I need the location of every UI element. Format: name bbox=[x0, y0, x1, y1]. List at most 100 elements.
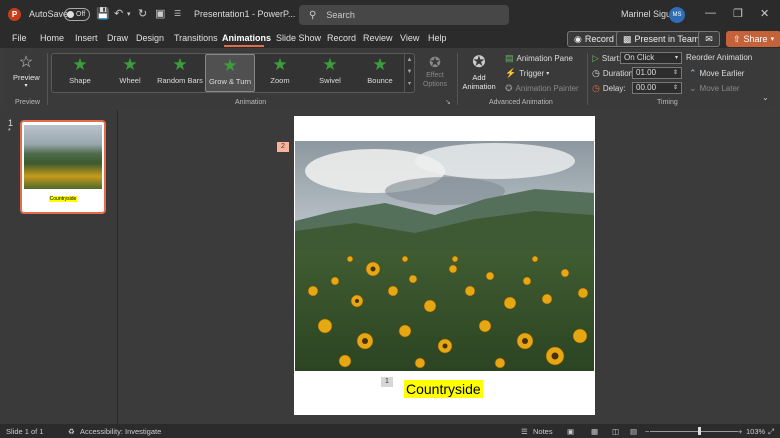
slide-count: Slide 1 of 1 bbox=[6, 427, 44, 436]
slide-thumbnail[interactable]: Countryside bbox=[20, 120, 106, 214]
share-button[interactable]: ⇧ Share ▾ bbox=[726, 31, 780, 47]
duration-label: Duration: bbox=[602, 69, 636, 78]
animation-shape[interactable]: ★ Shape bbox=[55, 54, 105, 92]
effect-options-star-icon: ✪ bbox=[429, 54, 441, 70]
search-box[interactable]: ⚲ Search bbox=[299, 5, 509, 25]
user-name[interactable]: Marinel Sigue bbox=[621, 9, 676, 19]
zoom-level[interactable]: 103% bbox=[746, 427, 765, 436]
present-from-start-icon[interactable]: ▣ bbox=[155, 7, 165, 20]
close-icon[interactable]: ✕ bbox=[760, 7, 769, 20]
start-select[interactable]: On Click ▾ bbox=[620, 52, 682, 64]
fit-slide-icon[interactable]: ⤢ bbox=[768, 427, 774, 437]
animation-zoom[interactable]: ★ Zoom bbox=[255, 54, 305, 92]
dialog-launcher-icon[interactable]: ↘ bbox=[445, 98, 451, 106]
start-play-icon: ▷ bbox=[592, 53, 599, 63]
slide-sorter-icon[interactable]: ▦ bbox=[591, 427, 598, 436]
save-icon[interactable]: 💾 bbox=[96, 7, 110, 20]
undo-dropdown-icon[interactable]: ▾ bbox=[127, 10, 131, 18]
thumbnail-slide-number: 1 bbox=[8, 118, 14, 128]
animation-order-tag-caption[interactable]: 1 bbox=[381, 377, 393, 387]
animation-pane-button[interactable]: ▤ Animation Pane bbox=[505, 53, 573, 64]
zoom-in-icon[interactable]: + bbox=[738, 427, 742, 436]
animation-painter-icon: ✪ bbox=[505, 83, 513, 93]
tab-home[interactable]: Home bbox=[40, 33, 64, 43]
record-button-label: Record bbox=[584, 34, 614, 44]
normal-view-icon[interactable]: ▣ bbox=[567, 427, 574, 436]
chevron-down-icon: ▾ bbox=[674, 55, 678, 61]
restore-icon[interactable]: ❐ bbox=[733, 7, 743, 20]
duration-stepper[interactable]: 01.00 ⇕ bbox=[632, 67, 682, 79]
start-value: On Click bbox=[624, 53, 655, 62]
tab-review[interactable]: Review bbox=[363, 33, 393, 43]
status-bar: Slide 1 of 1 ♻ Accessibility: Investigat… bbox=[0, 424, 780, 438]
delay-clock-icon: ◷ bbox=[592, 83, 600, 93]
duration-value: 01.00 bbox=[636, 68, 657, 77]
chevron-up-icon[interactable]: ▲ bbox=[405, 54, 414, 66]
collapse-ribbon-icon[interactable]: ⌄ bbox=[762, 93, 769, 102]
tab-transitions[interactable]: Transitions bbox=[174, 33, 218, 43]
ribbon-separator bbox=[47, 53, 48, 105]
slide-caption-textbox[interactable]: Countryside bbox=[404, 380, 483, 398]
animation-swivel[interactable]: ★ Swivel bbox=[305, 54, 355, 92]
tab-view[interactable]: View bbox=[400, 33, 419, 43]
zoom-out-icon[interactable]: − bbox=[645, 427, 649, 436]
preview-dropdown-icon: ▾ bbox=[24, 83, 28, 89]
tab-file[interactable]: File bbox=[12, 33, 27, 43]
animation-bounce[interactable]: ★ Bounce bbox=[355, 54, 405, 92]
shape-star-icon: ★ bbox=[72, 55, 88, 74]
tab-record[interactable]: Record bbox=[327, 33, 356, 43]
tab-insert[interactable]: Insert bbox=[75, 33, 98, 43]
animation-gallery: ★ Shape ★ Wheel ★ Random Bars ★ Grow & T… bbox=[51, 53, 415, 93]
notes-button[interactable]: Notes bbox=[533, 427, 553, 436]
present-in-teams-button[interactable]: ▩ Present in Teams bbox=[616, 31, 711, 47]
gallery-scrollbar[interactable]: ▲ ▼ ▾ bbox=[404, 54, 414, 92]
animation-painter-button[interactable]: ✪ Animation Painter bbox=[505, 83, 579, 94]
tab-draw[interactable]: Draw bbox=[107, 33, 128, 43]
zoom-slider-handle[interactable] bbox=[698, 427, 701, 435]
add-animation-star-icon: ✪ bbox=[472, 54, 486, 71]
avatar[interactable]: MS bbox=[669, 7, 685, 23]
bounce-star-icon: ★ bbox=[372, 55, 388, 74]
tab-help[interactable]: Help bbox=[428, 33, 447, 43]
reading-view-icon[interactable]: ◫ bbox=[612, 427, 619, 436]
slide-picture-sunflowers[interactable] bbox=[295, 141, 594, 371]
animation-wheel[interactable]: ★ Wheel bbox=[105, 54, 155, 92]
start-row: ▷ Start: bbox=[592, 53, 621, 64]
animation-label: Wheel bbox=[119, 76, 141, 85]
grow-turn-star-icon: ★ bbox=[222, 56, 238, 75]
slide-show-icon[interactable]: ▤ bbox=[630, 427, 637, 436]
gallery-more-icon[interactable]: ▾ bbox=[405, 78, 414, 90]
trigger-label: Trigger bbox=[519, 69, 545, 78]
accessibility-icon[interactable]: ♻ bbox=[68, 427, 75, 436]
autosave-toggle[interactable]: Off bbox=[64, 8, 90, 21]
redo-icon[interactable]: ↻ bbox=[138, 7, 147, 20]
minimize-icon[interactable]: — bbox=[705, 7, 716, 19]
move-later-button[interactable]: ⌄ Move Later bbox=[689, 83, 740, 94]
undo-icon[interactable]: ↶ bbox=[114, 7, 123, 20]
tab-animations[interactable]: Animations bbox=[222, 33, 271, 43]
delay-stepper[interactable]: 00.00 ⇕ bbox=[632, 82, 682, 94]
document-title: Presentation1 - PowerP... bbox=[194, 9, 296, 19]
customize-toolbar-icon[interactable]: ☰ bbox=[174, 9, 181, 18]
autosave-state: Off bbox=[76, 11, 86, 18]
effect-options-button[interactable]: ✪ Effect Options bbox=[417, 53, 453, 89]
search-icon: ⚲ bbox=[309, 9, 317, 21]
record-dot-icon: ◉ bbox=[574, 33, 582, 44]
move-earlier-button[interactable]: ⌃ Move Earlier bbox=[689, 68, 744, 79]
animation-grow-turn[interactable]: ★ Grow & Turn bbox=[205, 54, 255, 92]
chevron-down-icon[interactable]: ▼ bbox=[405, 66, 414, 78]
tab-slide-show[interactable]: Slide Show bbox=[276, 33, 321, 43]
trigger-button[interactable]: ⚡ Trigger ▾ bbox=[505, 68, 549, 79]
record-button[interactable]: ◉ Record bbox=[567, 31, 621, 47]
slide-thumbnail-pane: 1 * Countryside bbox=[0, 110, 118, 424]
add-animation-button[interactable]: ✪ Add Animation bbox=[461, 53, 497, 91]
notes-icon[interactable]: ☰ bbox=[521, 427, 528, 436]
tab-design[interactable]: Design bbox=[136, 33, 164, 43]
animation-random-bars[interactable]: ★ Random Bars bbox=[155, 54, 205, 92]
teams-icon: ▩ bbox=[623, 33, 632, 44]
zoom-slider-track[interactable] bbox=[650, 431, 738, 432]
accessibility-status[interactable]: Accessibility: Investigate bbox=[80, 427, 161, 436]
preview-button[interactable]: ☆ Preview ▾ bbox=[13, 53, 40, 89]
animation-order-tag-picture[interactable]: 2 bbox=[277, 142, 289, 152]
comments-button[interactable]: ✉ bbox=[698, 31, 720, 47]
